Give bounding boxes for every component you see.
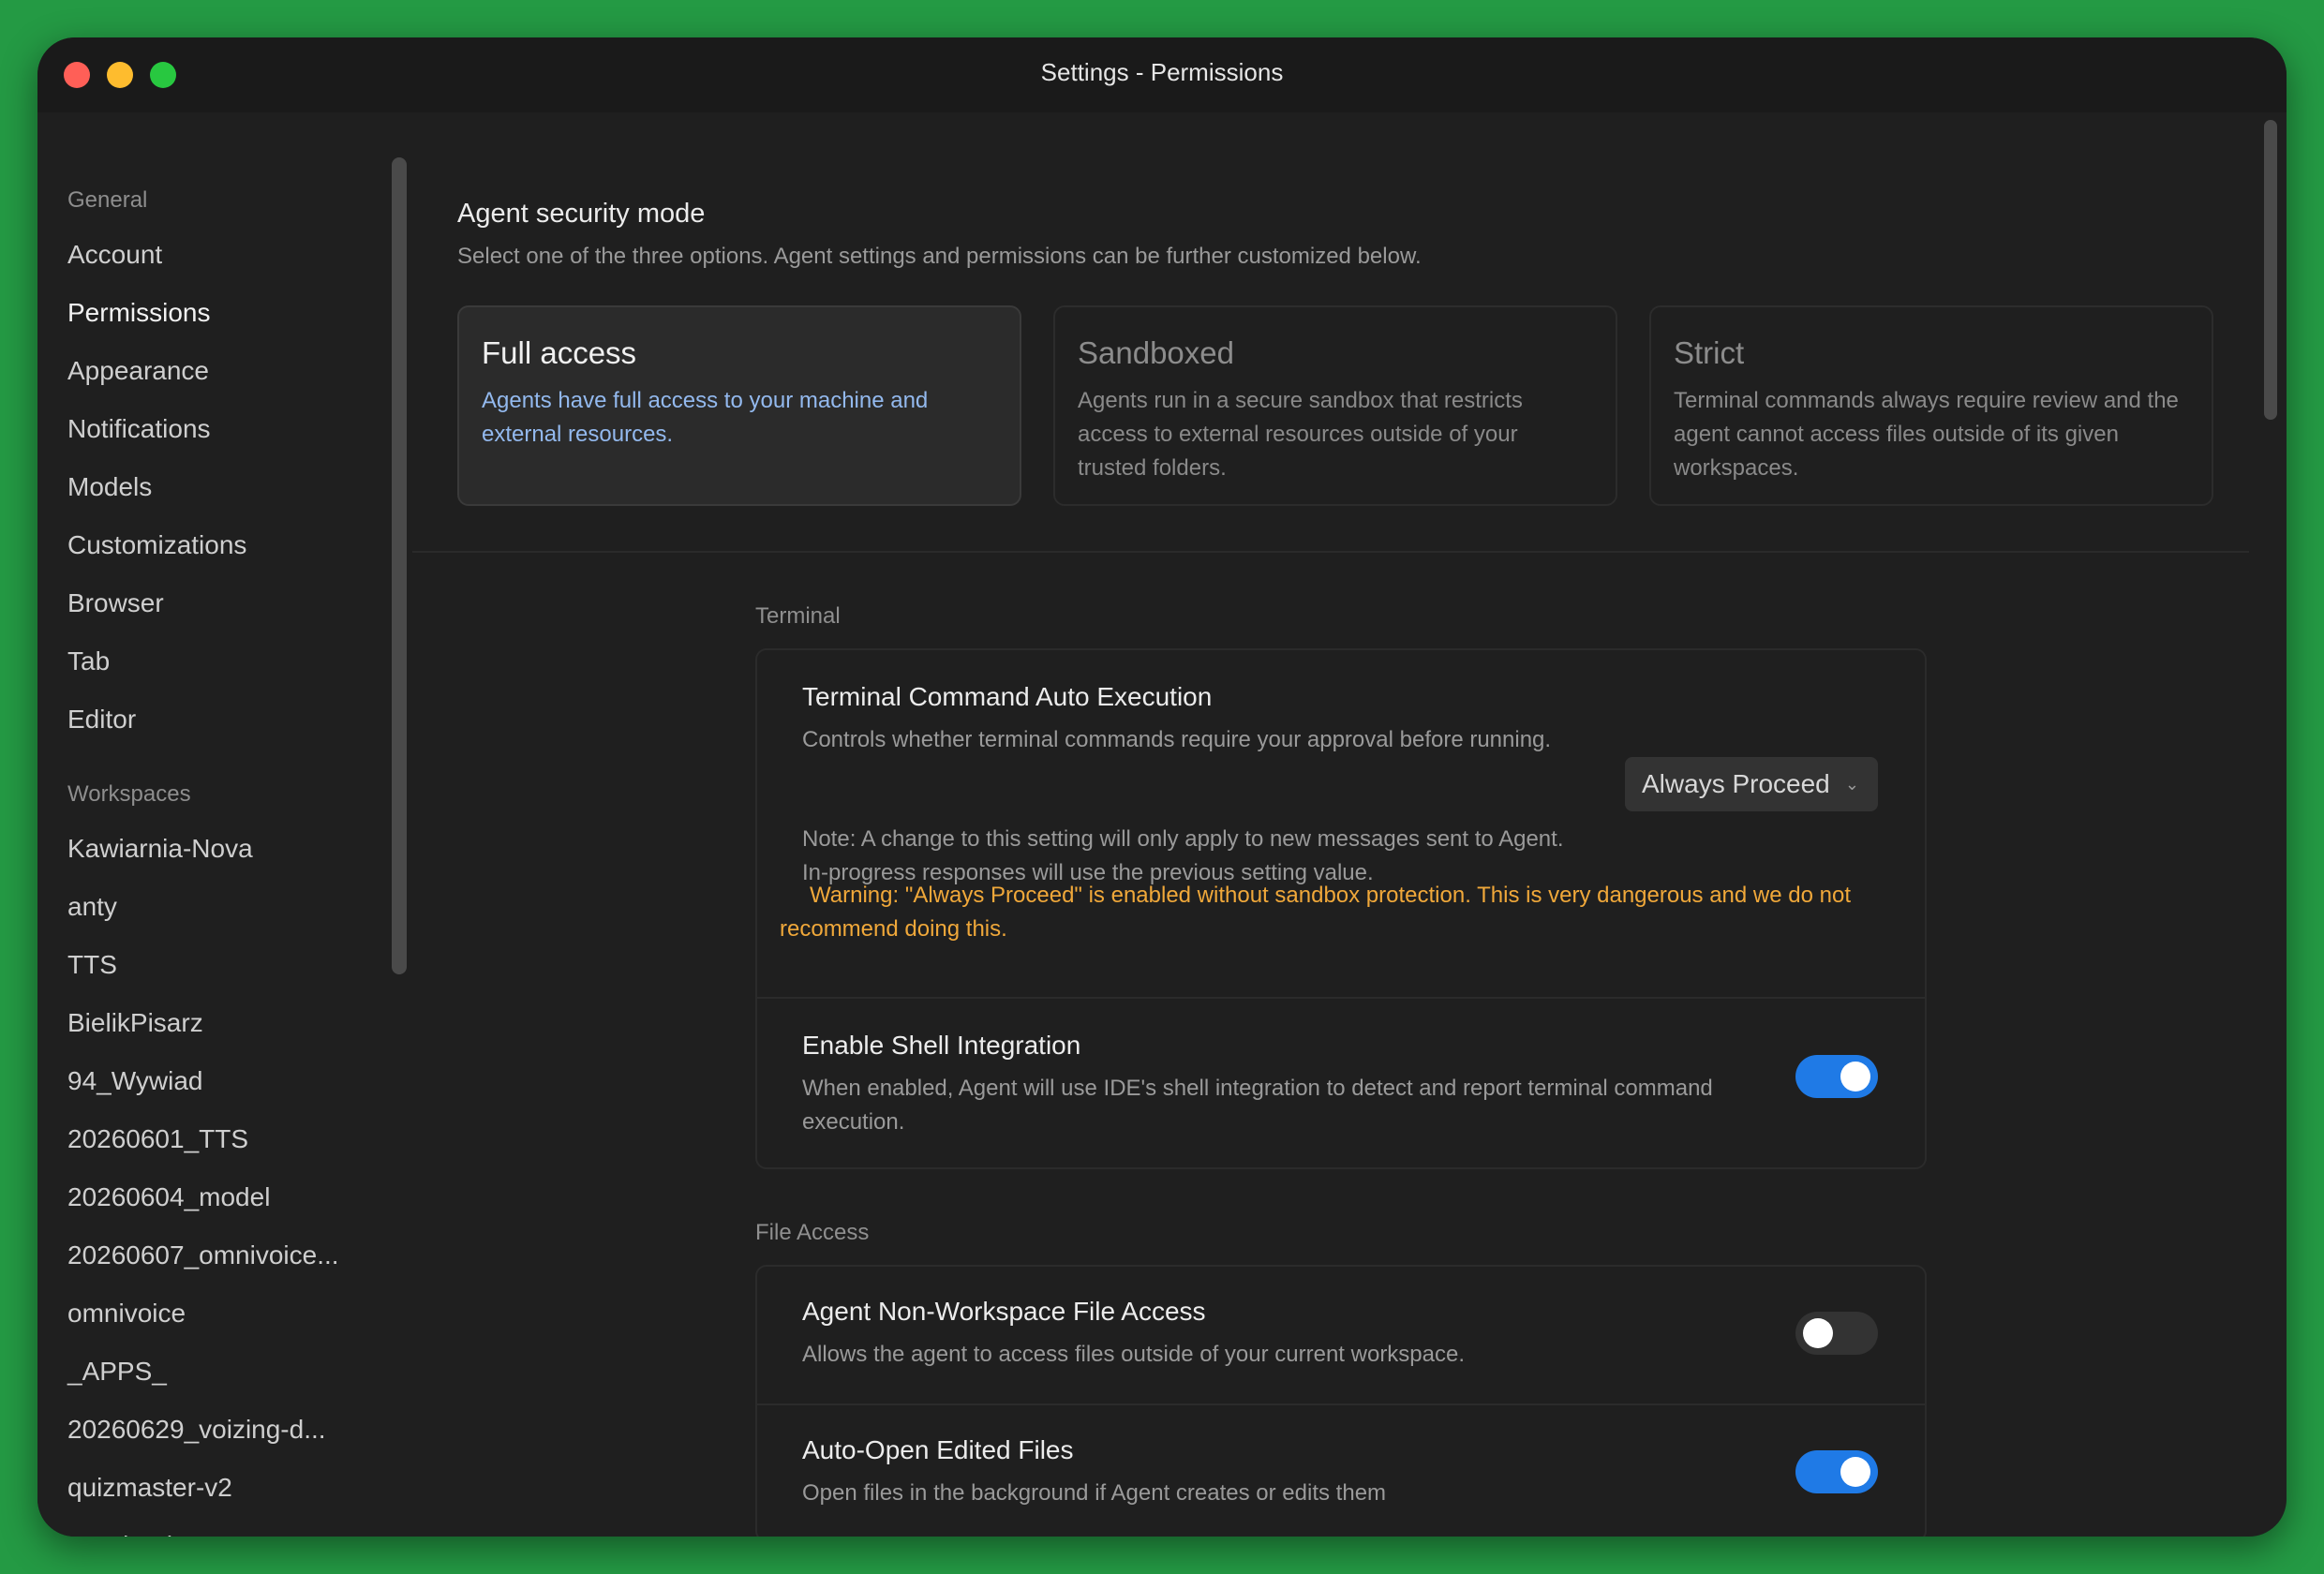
workspace-item[interactable]: omnivoice <box>67 1299 186 1329</box>
mode-title: Strict <box>1674 335 1745 370</box>
non-workspace-access-title: Agent Non-Workspace File Access <box>802 1297 1206 1326</box>
mode-description: Agents have full access to your machine … <box>482 388 929 447</box>
workspace-item[interactable]: 20260601_TTS <box>67 1124 248 1154</box>
shell-integration-title: Enable Shell Integration <box>802 1031 1081 1060</box>
sidebar-item-models[interactable]: Models <box>67 472 152 502</box>
settings-content: Agent security mode Select one of the th… <box>412 112 2287 1537</box>
sidebar-scrollbar[interactable] <box>392 157 407 974</box>
row-separator <box>757 1403 1925 1405</box>
title-bar: Settings - Permissions <box>37 37 2287 112</box>
dropdown-value: Always Proceed <box>1642 769 1830 798</box>
always-proceed-warning: Warning: "Always Proceed" is enabled wit… <box>780 883 1851 942</box>
sidebar-header-general: General <box>67 187 148 213</box>
workspace-item[interactable]: seoclaude <box>67 1531 187 1537</box>
auto-open-files-title: Auto-Open Edited Files <box>802 1435 1074 1464</box>
mode-description: Terminal commands always require review … <box>1674 388 2179 481</box>
mode-card-sandboxed[interactable]: Sandboxed Agents run in a secure sandbox… <box>1053 305 1617 506</box>
terminal-settings-panel: Terminal Command Auto Execution Controls… <box>755 648 1927 1169</box>
auto-open-files-description: Open files in the background if Agent cr… <box>802 1480 1387 1506</box>
sidebar-item-editor[interactable]: Editor <box>67 705 136 735</box>
sidebar: General Account Permissions Appearance N… <box>37 112 412 1537</box>
file-access-settings-panel: Agent Non-Workspace File Access Allows t… <box>755 1265 1927 1537</box>
section-divider <box>412 551 2249 553</box>
security-mode-title: Agent security mode <box>457 199 706 229</box>
auto-exec-dropdown[interactable]: Always Proceed ⌄ <box>1625 757 1878 811</box>
workspace-item[interactable]: _APPS_ <box>67 1357 167 1387</box>
shell-integration-toggle[interactable] <box>1795 1055 1878 1098</box>
auto-open-files-toggle[interactable] <box>1795 1450 1878 1493</box>
workspace-item[interactable]: 20260629_voizing-d... <box>67 1415 326 1445</box>
security-mode-subtitle: Select one of the three options. Agent s… <box>457 244 1422 269</box>
row-separator <box>757 997 1925 999</box>
mode-card-full-access[interactable]: Full access Agents have full access to y… <box>457 305 1021 506</box>
settings-window: Settings - Permissions General Account P… <box>37 37 2287 1537</box>
workspace-item[interactable]: Kawiarnia-Nova <box>67 834 253 864</box>
mode-title: Full access <box>482 335 637 370</box>
shell-integration-description: When enabled, Agent will use IDE's shell… <box>802 1076 1713 1135</box>
auto-exec-title: Terminal Command Auto Execution <box>802 682 1213 711</box>
sidebar-item-browser[interactable]: Browser <box>67 588 164 618</box>
file-access-group-label: File Access <box>755 1220 870 1245</box>
workspace-item[interactable]: anty <box>67 892 117 922</box>
window-title: Settings - Permissions <box>1040 58 1284 86</box>
sidebar-item-notifications[interactable]: Notifications <box>67 414 211 444</box>
non-workspace-access-description: Allows the agent to access files outside… <box>802 1342 1466 1367</box>
workspace-item[interactable]: TTS <box>67 950 117 980</box>
workspace-item[interactable]: 20260604_model <box>67 1182 270 1212</box>
workspace-item[interactable]: BielikPisarz <box>67 1008 203 1038</box>
sidebar-item-customizations[interactable]: Customizations <box>67 530 246 560</box>
toggle-knob <box>1803 1318 1833 1348</box>
sidebar-item-permissions[interactable]: Permissions <box>67 298 210 328</box>
toggle-knob <box>1840 1457 1870 1487</box>
terminal-group-label: Terminal <box>755 603 841 629</box>
sidebar-item-appearance[interactable]: Appearance <box>67 356 209 386</box>
sidebar-header-workspaces: Workspaces <box>67 781 191 807</box>
mode-title: Sandboxed <box>1078 335 1234 370</box>
non-workspace-access-toggle[interactable] <box>1795 1312 1878 1355</box>
sidebar-item-tab[interactable]: Tab <box>67 646 110 676</box>
content-scrollbar[interactable] <box>2264 120 2277 420</box>
sidebar-item-account[interactable]: Account <box>67 240 162 270</box>
mode-description: Agents run in a secure sandbox that rest… <box>1078 388 1523 481</box>
mode-card-strict[interactable]: Strict Terminal commands always require … <box>1649 305 2213 506</box>
auto-exec-description: Controls whether terminal commands requi… <box>802 727 1552 752</box>
workspace-item[interactable]: quizmaster-v2 <box>67 1473 232 1503</box>
toggle-knob <box>1840 1062 1870 1091</box>
chevron-down-icon: ⌄ <box>1844 775 1859 794</box>
workspace-item[interactable]: 94_Wywiad <box>67 1066 202 1096</box>
workspace-item[interactable]: 20260607_omnivoice... <box>67 1240 339 1270</box>
